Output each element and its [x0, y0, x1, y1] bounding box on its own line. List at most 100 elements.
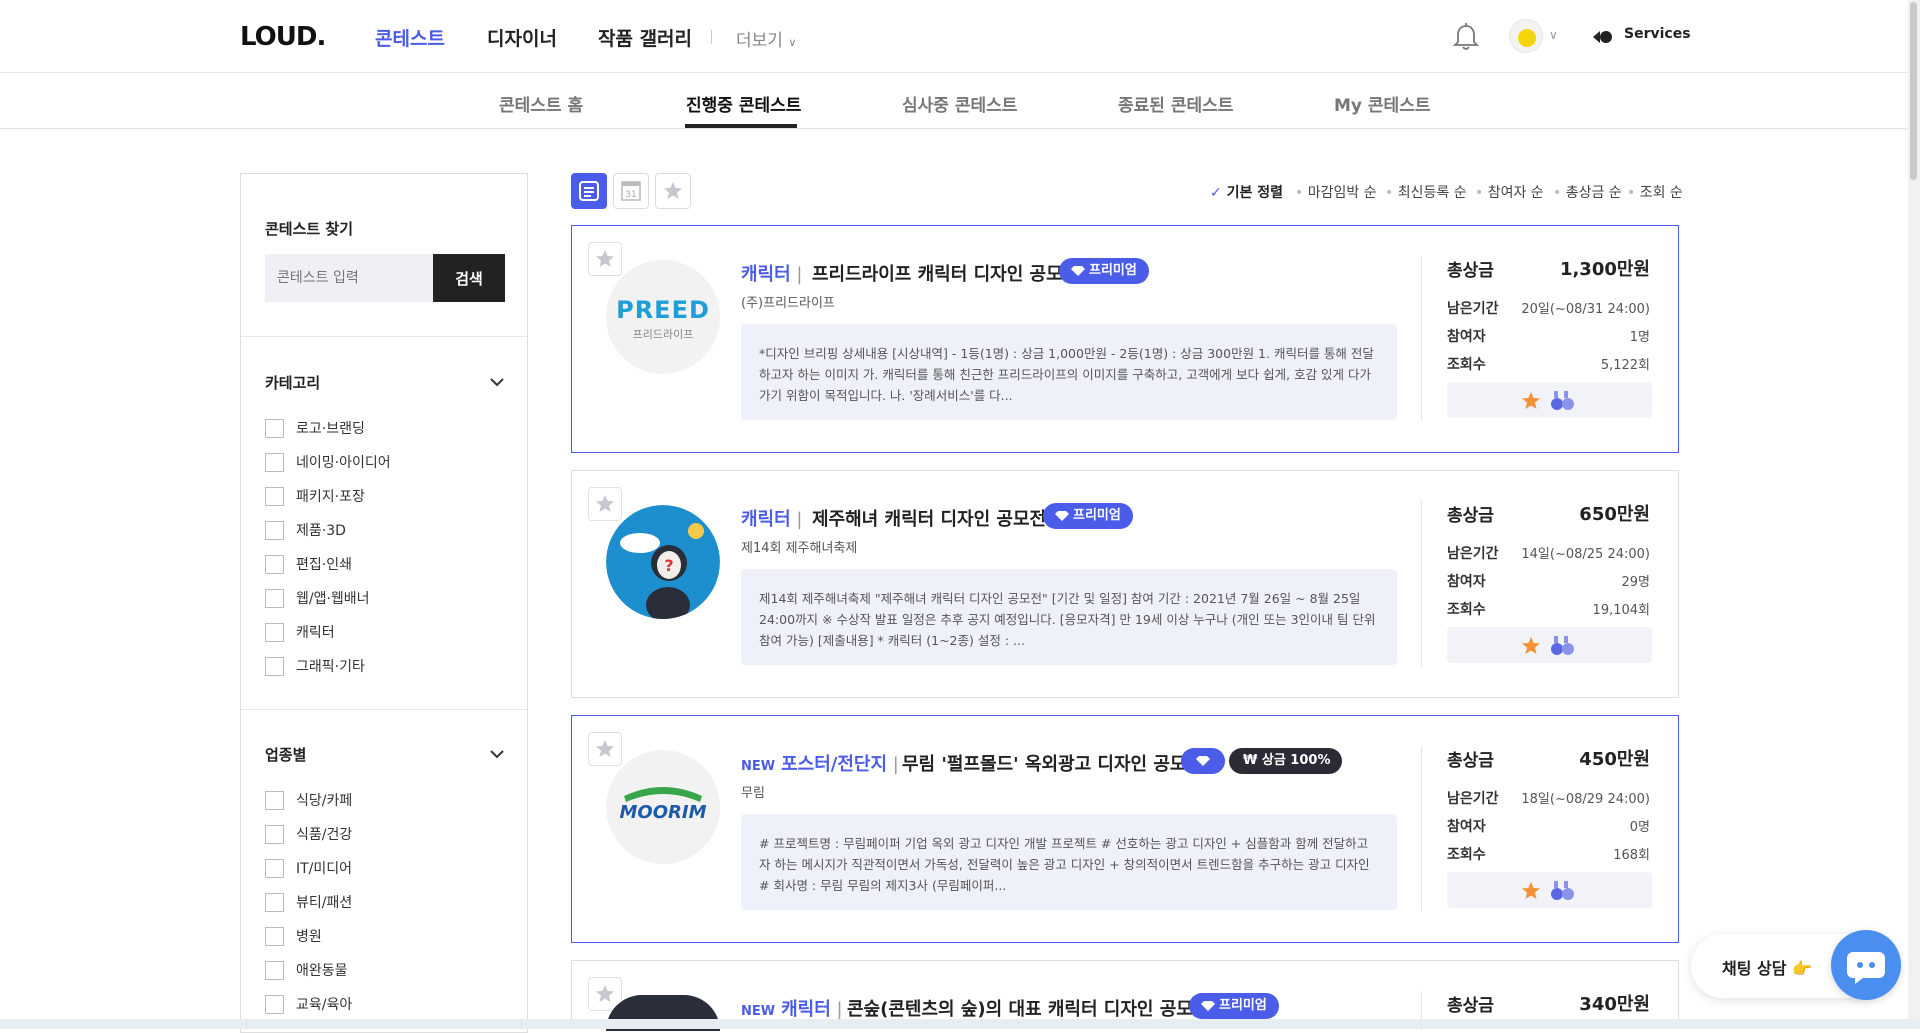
industry-title: 업종별	[265, 746, 307, 764]
category-checkbox[interactable]: 웹/앱·웹배너	[265, 588, 370, 608]
checkbox[interactable]	[265, 554, 284, 574]
tab-contest-home[interactable]: 콘테스트 홈	[499, 91, 583, 116]
diamond-icon	[1071, 266, 1085, 276]
sort-prize[interactable]: • 총상금 순	[1553, 182, 1622, 202]
contest-title[interactable]: 콘숲(콘텐츠의 숲)의 대표 캐릭터 디자인 공모	[847, 995, 1193, 1021]
avatar[interactable]	[1509, 19, 1543, 53]
category-checkbox[interactable]: 로고·브랜딩	[265, 418, 365, 438]
tab-judging[interactable]: 심사중 콘테스트	[902, 91, 1017, 116]
views-label: 조회수	[1447, 847, 1486, 863]
participants-label: 참여자	[1447, 329, 1486, 345]
favorite-button[interactable]	[588, 732, 622, 766]
checkbox[interactable]	[265, 960, 284, 980]
bell-icon[interactable]	[1452, 22, 1480, 52]
checkbox[interactable]	[265, 892, 284, 912]
list-view-button[interactable]	[571, 173, 607, 209]
favorite-button[interactable]	[588, 242, 622, 276]
prize-label: 총상금	[1447, 506, 1494, 526]
contest-thumbnail[interactable]: ?	[606, 505, 720, 619]
checkbox[interactable]	[265, 926, 284, 946]
services-link[interactable]: Services	[1624, 26, 1691, 42]
sort-default[interactable]: ✓ 기본 정렬	[1210, 182, 1283, 202]
contest-card[interactable]: ? 캐릭터 | 제주해녀 캐릭터 디자인 공모전 프리미엄 제14회 제주해녀축…	[571, 470, 1679, 698]
medal-icon	[1551, 391, 1574, 410]
category-checkbox[interactable]: 편집·인쇄	[265, 554, 352, 574]
calendar-view-button[interactable]: 31	[613, 173, 649, 209]
industry-checkbox[interactable]: IT/미디어	[265, 858, 352, 878]
contest-title[interactable]: 제주해녀 캐릭터 디자인 공모전	[812, 505, 1046, 531]
chat-open-button[interactable]	[1831, 930, 1901, 1000]
contest-thumbnail[interactable]: PREED 프리드라이프	[606, 260, 720, 374]
checkbox[interactable]	[265, 486, 284, 506]
category-separator: |	[790, 264, 803, 285]
checkbox-label: 식품/건강	[296, 827, 353, 843]
checkbox-label: 캐릭터	[296, 625, 335, 641]
tab-my-contest[interactable]: My 콘테스트	[1334, 91, 1430, 116]
badge-label: 프리미엄	[1089, 263, 1137, 278]
contest-card[interactable]: MOORIM NEW 포스터/전단지 | 무림 '펄프몰드' 옥외광고 디자인 공…	[571, 715, 1679, 943]
category-checkbox[interactable]: 그래픽·기타	[265, 656, 365, 676]
views-value: 168회	[1613, 848, 1650, 863]
sort-participants[interactable]: • 참여자 순	[1475, 182, 1544, 202]
contest-category[interactable]: 캐릭터 |	[741, 505, 802, 531]
checkbox[interactable]	[265, 858, 284, 878]
contest-description[interactable]: 제14회 제주해녀축제 "제주해녀 캐릭터 디자인 공모전" [기간 및 일정]…	[741, 569, 1397, 665]
industry-checkbox[interactable]: 식품/건강	[265, 824, 352, 844]
contest-title[interactable]: 무림 '펄프몰드' 옥외광고 디자인 공모	[902, 750, 1187, 776]
checkbox[interactable]	[265, 790, 284, 810]
contest-organizer: 제14회 제주해녀축제	[741, 541, 858, 556]
checkbox[interactable]	[265, 452, 284, 472]
nav-gallery[interactable]: 작품 갤러리	[598, 24, 692, 51]
favorite-button[interactable]	[588, 487, 622, 521]
chevron-down-icon[interactable]	[489, 374, 505, 390]
chevron-down-icon[interactable]: ∨	[1549, 28, 1558, 42]
industry-checkbox[interactable]: 병원	[265, 926, 322, 946]
contest-category[interactable]: NEW 캐릭터 |	[741, 995, 843, 1021]
scrollbar-thumb[interactable]	[1910, 2, 1917, 180]
sort-views[interactable]: • 조회 순	[1627, 182, 1683, 202]
checkbox[interactable]	[265, 622, 284, 642]
active-tab-underline	[685, 124, 797, 128]
tab-ongoing[interactable]: 진행중 콘테스트	[686, 91, 801, 116]
industry-checkbox[interactable]: 뷰티/패션	[265, 892, 352, 912]
dot-icon: •	[1553, 185, 1562, 201]
sort-deadline[interactable]: • 마감임박 순	[1295, 182, 1377, 202]
contest-title[interactable]: 프리드라이프 캐릭터 디자인 공모	[812, 260, 1063, 286]
category-checkbox[interactable]: 제품·3D	[265, 520, 346, 540]
nav-contest[interactable]: 콘테스트	[375, 24, 445, 51]
checkbox[interactable]	[265, 588, 284, 608]
contest-card[interactable]: PREED 프리드라이프 캐릭터 | 프리드라이프 캐릭터 디자인 공모 프리미…	[571, 225, 1679, 453]
nav-designer[interactable]: 디자이너	[487, 24, 557, 51]
contest-category[interactable]: 캐릭터 |	[741, 260, 802, 286]
loud-logo[interactable]: LOUD.	[240, 22, 326, 52]
premium-badge: 프리미엄	[1189, 993, 1279, 1019]
contest-description[interactable]: *디자인 브리핑 상세내용 [시상내역] - 1등(1명) : 상금 1,000…	[741, 324, 1397, 420]
search-input[interactable]	[265, 254, 433, 302]
thumbnail-logo-text: MOORIM	[619, 802, 707, 823]
category-title: 카테고리	[265, 374, 321, 392]
category-checkbox[interactable]: 네이밍·아이디어	[265, 452, 391, 472]
checkbox[interactable]	[265, 656, 284, 676]
category-checkbox[interactable]: 패키지·포장	[265, 486, 365, 506]
contest-category[interactable]: NEW 포스터/전단지 |	[741, 750, 899, 776]
tab-ended[interactable]: 종료된 콘테스트	[1118, 91, 1233, 116]
prize-value: 1,300만원	[1559, 259, 1650, 280]
chat-consult-label[interactable]: 채팅 상담 👉	[1722, 955, 1812, 979]
checkbox-label: 편집·인쇄	[296, 557, 352, 573]
checkbox[interactable]	[265, 520, 284, 540]
search-button[interactable]: 검색	[433, 254, 505, 302]
medal-icon	[1551, 881, 1574, 900]
nav-more[interactable]: 더보기 ∨	[736, 26, 796, 51]
industry-checkbox[interactable]: 애완동물	[265, 960, 348, 980]
checkbox[interactable]	[265, 994, 284, 1014]
favorite-view-button[interactable]	[655, 173, 691, 209]
chevron-down-icon[interactable]	[489, 746, 505, 762]
checkbox[interactable]	[265, 418, 284, 438]
category-checkbox[interactable]: 캐릭터	[265, 622, 335, 642]
industry-checkbox[interactable]: 식당/카페	[265, 790, 352, 810]
sort-recent[interactable]: • 최신등록 순	[1385, 182, 1467, 202]
contest-thumbnail[interactable]: MOORIM	[606, 750, 720, 864]
checkbox[interactable]	[265, 824, 284, 844]
industry-checkbox[interactable]: 교육/육아	[265, 994, 352, 1014]
contest-description[interactable]: # 프로젝트명 : 무림페이퍼 기업 옥외 광고 디자인 개발 프로젝트 # 선…	[741, 814, 1397, 910]
